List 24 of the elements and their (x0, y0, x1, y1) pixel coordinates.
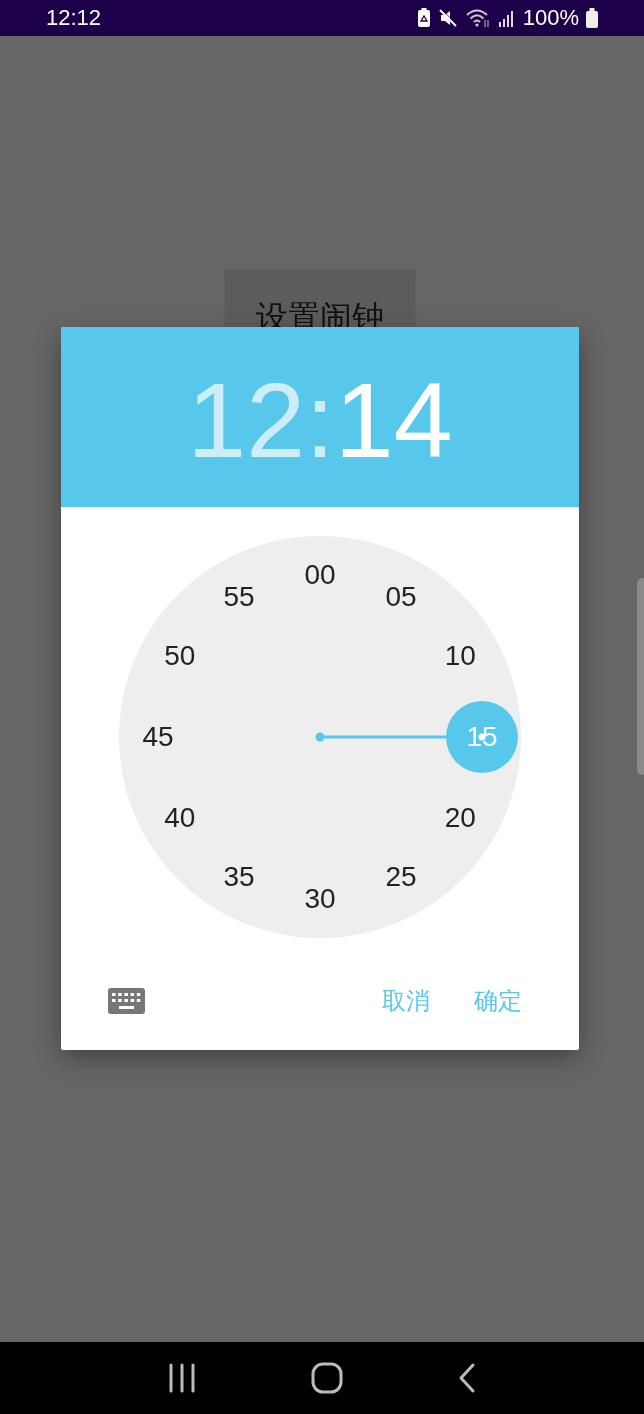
home-icon[interactable] (311, 1362, 343, 1394)
battery-saver-icon (416, 8, 431, 28)
minute-label[interactable]: 20 (444, 804, 476, 832)
recent-apps-icon[interactable] (167, 1363, 197, 1393)
scroll-handle[interactable] (637, 578, 644, 775)
minute-label[interactable]: 05 (385, 582, 417, 611)
minute-label[interactable]: 45 (142, 723, 174, 751)
clock-time: 12:12 (46, 5, 102, 31)
minute-label[interactable]: 40 (164, 804, 196, 832)
clock-dial[interactable]: 00 05 10 15 20 25 30 35 40 45 50 55 (119, 536, 521, 938)
signal-icon (497, 9, 516, 27)
mute-icon (437, 8, 458, 28)
wifi-icon (464, 8, 491, 28)
battery-percent: 100% (522, 5, 579, 31)
minute-label[interactable]: 25 (385, 863, 417, 892)
minute-label[interactable]: 35 (223, 863, 255, 892)
back-icon[interactable] (457, 1362, 477, 1394)
minute-label[interactable]: 55 (223, 582, 255, 611)
minute-label[interactable]: 50 (164, 642, 196, 670)
minute-label[interactable]: 00 (304, 561, 336, 589)
keyboard-icon[interactable] (108, 988, 145, 1014)
minute-label[interactable]: 10 (444, 642, 476, 670)
minute-label[interactable]: 30 (304, 885, 336, 913)
battery-icon (586, 8, 598, 28)
